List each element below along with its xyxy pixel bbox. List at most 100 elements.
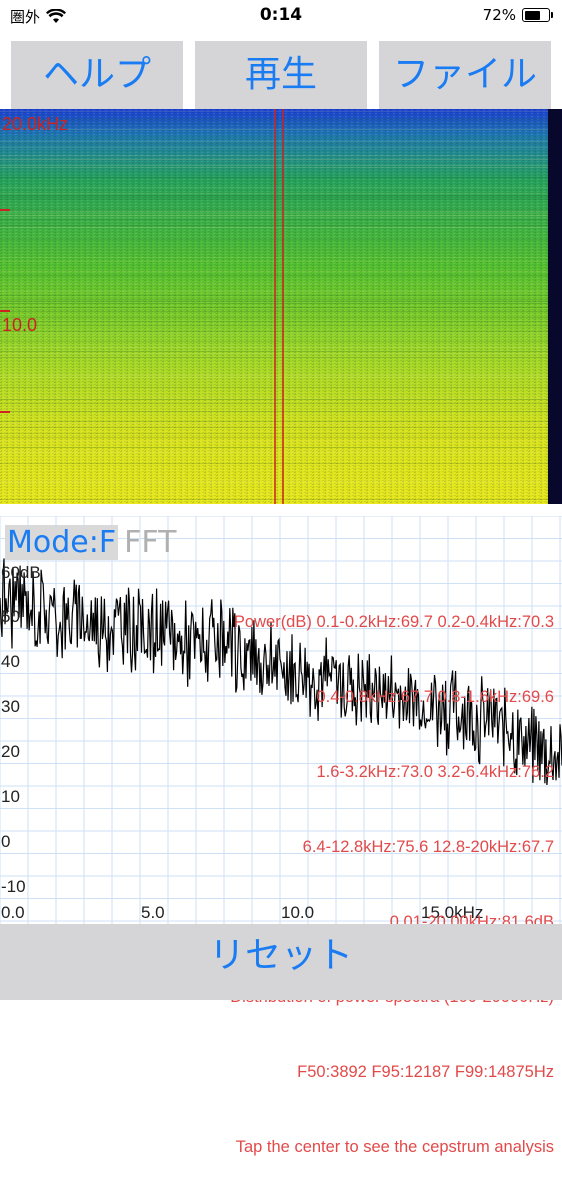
file-button[interactable]: ファイル [379, 41, 551, 109]
spectrogram-streak [0, 167, 548, 168]
y-tick-label: 20 [1, 742, 20, 761]
spectrogram-streak [0, 177, 548, 178]
spectrogram-streak [0, 307, 548, 308]
spectrogram-streak [0, 427, 548, 428]
spectrogram-streak [0, 199, 548, 200]
spectrogram-streak [0, 213, 548, 214]
clock: 0:14 [259, 5, 303, 25]
y-tick-label: 50 [1, 607, 20, 626]
play-button[interactable]: 再生 [195, 41, 367, 109]
spectrogram-streak [0, 227, 548, 228]
spectrogram-streak [0, 119, 548, 120]
reset-button[interactable]: リセット [0, 924, 562, 988]
power-line: 0.4-0.8kHz:67.7 0.8-1.6kHz:69.6 [316, 688, 554, 706]
spectrogram-streak [0, 225, 548, 226]
spectrogram-streak [0, 215, 548, 216]
spectrogram-streak [0, 499, 548, 500]
spectrogram-streak [0, 421, 548, 422]
spectrogram-streak [0, 357, 548, 358]
freq-label-mid: 10.0 [2, 315, 37, 335]
spectrogram-streak [0, 441, 548, 442]
spectrogram-streak [0, 299, 548, 300]
mode-inactive-label[interactable]: FFT [118, 525, 176, 560]
power-line: Power(dB) 0.1-0.2kHz:69.7 0.2-0.4kHz:70.… [233, 613, 554, 631]
spectrogram-streak [0, 141, 548, 142]
status-bar: 圏外 0:14 72% [0, 0, 562, 34]
spectrogram-streak [0, 143, 548, 144]
y-tick-label: 60dB [1, 563, 41, 582]
spectrogram-streak [0, 333, 548, 334]
analysis-readout[interactable]: Power(dB) 0.1-0.2kHz:69.7 0.2-0.4kHz:70.… [230, 560, 554, 1185]
spectrogram-streak [0, 341, 548, 342]
spectrogram-streak [0, 301, 548, 302]
spectrogram-streak [0, 433, 548, 434]
spectrogram-streak [0, 211, 548, 212]
spectrogram-streak [0, 155, 548, 156]
spectrogram-streak [0, 217, 548, 218]
spectrogram-streak [0, 493, 548, 494]
spectrogram-streak [0, 411, 548, 412]
spectrogram-streak [0, 347, 548, 348]
battery-percent: 72% [482, 6, 516, 24]
spectrogram-streak [0, 325, 548, 326]
spectrogram-streak [0, 447, 548, 448]
spectrogram-streak [0, 387, 548, 388]
spectrogram-streak [0, 377, 548, 378]
y-tick-label: 0 [1, 832, 11, 851]
y-tick-label: 40 [1, 652, 20, 671]
spectrogram-streak [0, 483, 548, 484]
spectrogram-streak [0, 437, 548, 438]
spectrogram-streak [0, 137, 548, 138]
spectrogram-streak [0, 351, 548, 352]
spectrogram-streak [0, 375, 548, 376]
spectrogram-streak [0, 353, 548, 354]
spectrogram-streak [0, 295, 548, 296]
battery-icon [522, 8, 553, 22]
spectrogram-streak [0, 275, 548, 276]
y-tick-label: -10 [1, 877, 26, 896]
spectrogram-streak [0, 219, 548, 220]
x-tick-label: 0.0 [1, 903, 25, 922]
x-tick-label: 5.0 [141, 903, 165, 922]
spectrogram-streak [0, 111, 548, 112]
spectrogram-streak [0, 451, 548, 452]
spectrogram-streak [0, 403, 548, 404]
distribution-values: F50:3892 F95:12187 F99:14875Hz [297, 1063, 554, 1081]
spectrogram-streak [0, 261, 548, 262]
spectrogram-streak [0, 311, 548, 312]
spectrogram-streak [0, 283, 548, 284]
y-tick-label: 30 [1, 697, 20, 716]
mode-selector[interactable]: Mode:F FFT [5, 524, 176, 562]
mode-active-label[interactable]: Mode:F [5, 525, 119, 560]
spectrogram-streak [0, 463, 548, 464]
battery-level [524, 10, 540, 20]
y-tick-label: 10 [1, 787, 20, 806]
spectrogram-streak [0, 147, 548, 148]
freq-label-top: 20.0kHz [2, 114, 68, 134]
spectrogram-streak [0, 193, 548, 194]
spectrogram-streak [0, 423, 548, 424]
spectrogram-streak [0, 481, 548, 482]
spectrogram-streak [0, 331, 548, 332]
spectrogram-streak [0, 165, 548, 166]
spectrogram[interactable]: 20.0kHz 10.0 [0, 109, 562, 516]
power-line: 1.6-3.2kHz:73.0 3.2-6.4kHz:76.2 [316, 763, 554, 781]
spectrogram-streak [0, 453, 548, 454]
spectrogram-streak [0, 239, 548, 240]
spectrogram-streak [0, 397, 548, 398]
spectrogram-streak [0, 195, 548, 196]
spectrogram-streak [0, 129, 548, 130]
spectrogram-streak [0, 257, 548, 258]
spectrogram-streak [0, 303, 548, 304]
spectrogram-streak [0, 317, 548, 318]
power-line: 6.4-12.8kHz:75.6 12.8-20kHz:67.7 [302, 838, 554, 856]
spectrogram-streak [0, 209, 548, 210]
cepstrum-hint: Tap the center to see the cepstrum analy… [235, 1138, 554, 1156]
spectrogram-streak [0, 271, 548, 272]
spectrogram-streak [0, 321, 548, 322]
spectrogram-streak [0, 159, 548, 160]
spectrogram-streak [0, 187, 548, 188]
spectrogram-streak [0, 123, 548, 124]
help-button[interactable]: ヘルプ [11, 41, 183, 109]
spectrogram-streak [0, 197, 548, 198]
